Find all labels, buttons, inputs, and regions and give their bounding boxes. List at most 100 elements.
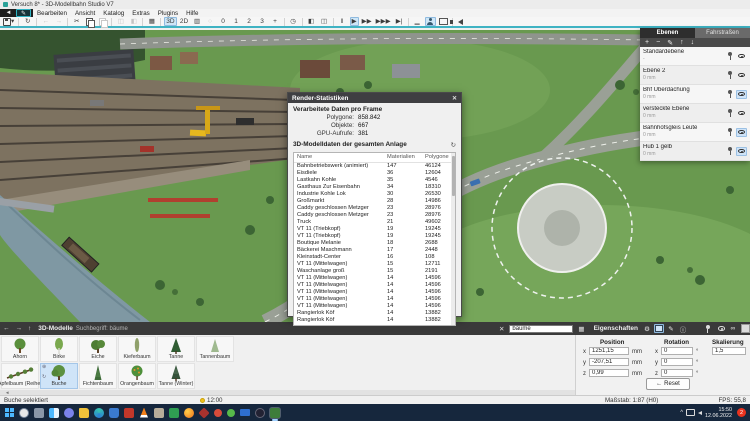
edge-browser-icon[interactable] [94,407,104,418]
layer-item[interactable]: versteckte Ebene 0 mm [640,104,750,123]
spreadsheet-app-icon[interactable] [169,407,179,418]
gear-icon[interactable]: ⚙ [642,324,652,333]
green-app-icon[interactable] [227,408,235,417]
model-item[interactable]: Orangenbaum [118,363,156,389]
model-item[interactable]: Tanne [157,336,195,362]
studio-app-icon[interactable] [269,406,281,421]
chat-icon[interactable] [64,407,74,418]
network-icon[interactable] [686,409,696,416]
info-icon[interactable]: ⓘ [678,324,688,334]
model-item[interactable]: Fichtenbaum [79,363,117,389]
menu-extras[interactable]: Extras [128,9,154,17]
file-explorer-icon[interactable] [79,407,89,418]
model-item[interactable]: Birke [40,336,78,362]
camera-1-button[interactable]: 1 [231,17,242,26]
sound-button[interactable] [449,17,467,26]
firefox-icon[interactable] [184,407,194,418]
camera-0-button[interactable]: 0 [218,17,229,26]
position-y-input[interactable] [589,358,629,366]
rotation-z-input[interactable] [661,369,693,377]
nav-up-icon[interactable]: ↑ [25,325,34,332]
menu-hilfe[interactable]: Hilfe [182,9,202,17]
layer-item[interactable]: Hub 1 gelb 0 mm [640,142,750,161]
pin-icon[interactable] [727,109,733,117]
select-tool-icon[interactable] [654,324,664,333]
layer-item[interactable]: Bahnhofsgleis Leute 0 mm [640,123,750,142]
rotation-x-input[interactable] [661,347,693,355]
camera-3-button[interactable]: 3 [257,17,268,26]
edit-layer-icon[interactable]: ✎ [667,39,673,47]
paint-tool-icon[interactable]: ✎ [666,324,676,333]
pin-icon[interactable] [727,90,733,98]
tray-chevron-icon[interactable]: ^ [680,410,683,416]
store-icon[interactable] [109,407,119,418]
pin-icon[interactable] [727,128,733,136]
camera-2-button[interactable]: 2 [244,17,255,26]
grid-view-icon[interactable]: ▦ [575,325,587,333]
model-item[interactable]: Ahorn [1,336,39,362]
eye-icon[interactable] [736,127,747,137]
pin-icon[interactable] [727,71,733,79]
rotate-model-icon[interactable]: ↻ [42,375,46,380]
step-end-button[interactable]: ▶| [394,17,405,26]
menu-ansicht[interactable]: Ansicht [71,9,99,17]
eye-icon[interactable] [736,71,747,80]
paste-button[interactable] [97,17,109,28]
model-item[interactable]: Apfelbaum (Reihe) [0,363,42,389]
search-input[interactable] [509,324,574,333]
move-down-icon[interactable]: ↓ [691,39,695,46]
nav-back-icon[interactable]: ← [0,325,13,332]
layer-item[interactable]: Ebene 20 mm [640,66,750,85]
move-up-icon[interactable]: ↑ [680,39,684,46]
tab-fahrstrassen[interactable]: Fahrstraßen [695,28,750,38]
reload-button[interactable]: ↻ [22,17,33,26]
fast-forward-button[interactable]: ▶▶ [361,17,373,26]
tool-app-icon[interactable] [154,407,164,418]
close-icon[interactable]: ✕ [452,95,457,102]
camera-add-button[interactable]: + [270,17,281,26]
view-3d-button[interactable]: 3D [164,17,177,26]
menu-bearbeiten[interactable]: Bearbeiten [33,9,71,17]
clock-button[interactable]: ◷ [288,17,299,26]
model-item[interactable]: Eiche [79,336,117,362]
eye-icon[interactable] [736,146,747,156]
widgets-icon[interactable] [49,407,59,418]
menu-katalog[interactable]: Katalog [99,9,128,17]
copy-button[interactable] [84,17,96,28]
reset-button[interactable]: ← Reset [646,378,690,390]
model-item[interactable]: Tanne (Winter) [157,363,195,389]
scale-input[interactable] [712,347,746,355]
faster-forward-button[interactable]: ▶▶▶ [375,17,392,26]
group-button[interactable]: ◫ [115,17,126,26]
position-z-input[interactable] [589,369,629,377]
walk-mode-button[interactable] [424,17,436,26]
table-scrollbar[interactable] [451,153,455,325]
add-layer-icon[interactable]: + [645,39,649,46]
task-view-icon[interactable] [34,407,44,418]
back-button[interactable]: ◄ [2,10,15,17]
pin-icon[interactable] [727,147,733,155]
eye-icon[interactable] [736,52,747,61]
clear-search-icon[interactable]: ✕ [496,325,507,333]
rotation-y-input[interactable] [661,358,693,366]
refresh-icon[interactable]: ↻ [451,141,456,149]
layer-item[interactable]: Bhf Überdachung 0 mm [640,85,750,104]
model-item[interactable]: Kieferbaum [118,336,156,362]
nav-forward-icon[interactable]: → [13,325,26,332]
layer-item[interactable]: Standardebene - [640,47,750,66]
undo-button[interactable]: ← [40,17,51,26]
eye-icon[interactable] [736,89,747,99]
cut-button[interactable]: ✂ [71,17,82,26]
grid-button[interactable]: ▥ [192,17,203,26]
link-icon[interactable]: ∞ [728,324,738,333]
layout-right-button[interactable]: ◫ [319,17,330,26]
model-item-selected[interactable]: ⊕ ↻ Buche [40,363,78,389]
view-2d-button[interactable]: 2D [179,17,190,26]
tab-ebenen[interactable]: Ebenen [640,28,695,38]
position-x-input[interactable] [589,347,629,355]
model-item[interactable]: Tannenbaum [196,336,234,362]
notification-badge[interactable]: 2 [737,408,746,417]
remove-layer-icon[interactable]: − [656,39,660,46]
play-button[interactable]: ▶ [349,17,359,26]
color-swatch[interactable] [741,324,750,333]
